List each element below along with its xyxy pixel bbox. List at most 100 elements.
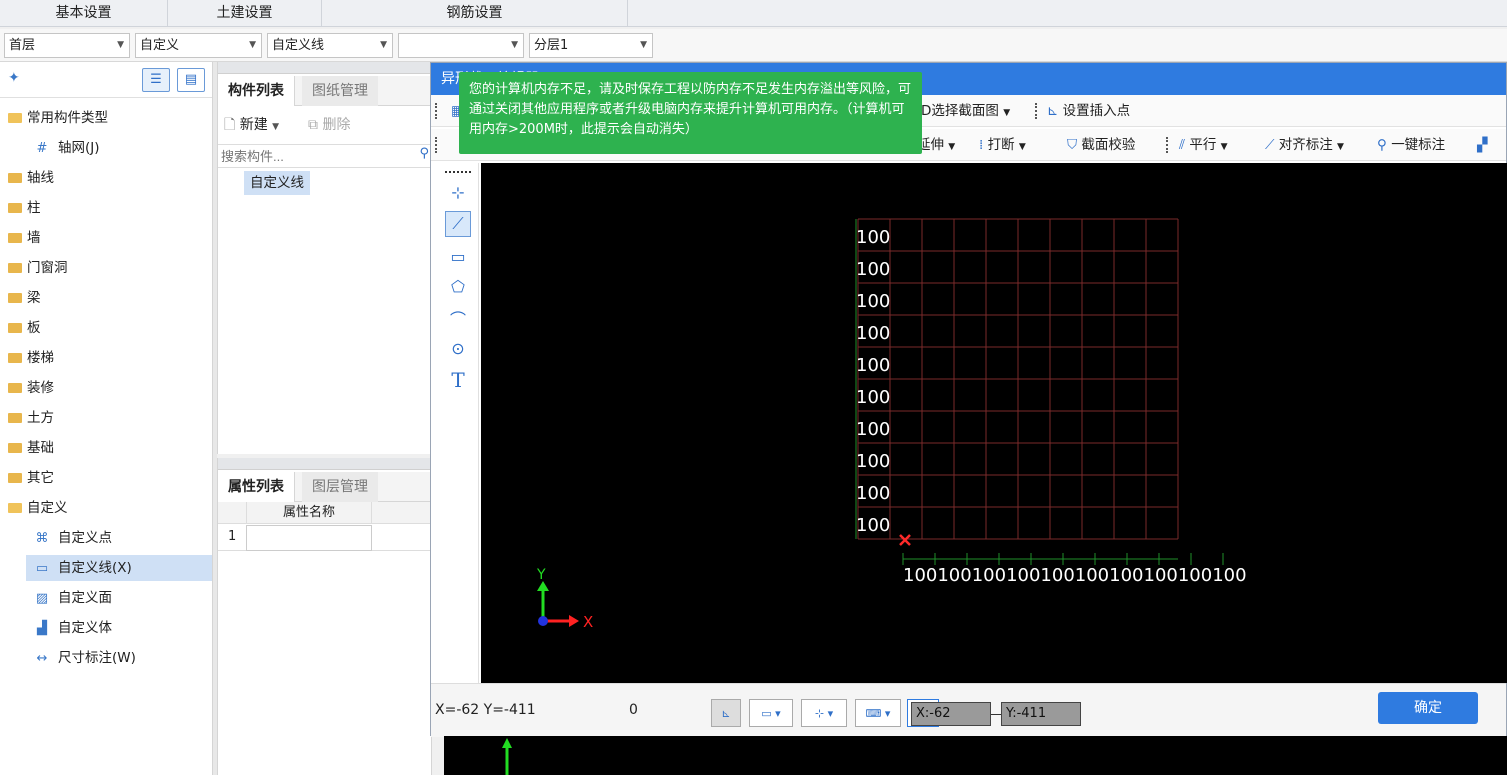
category-select[interactable]: 自定义 ▼ — [135, 33, 262, 58]
grid-icon: # — [36, 141, 48, 156]
property-name-cell[interactable] — [246, 525, 372, 551]
tree-item-custom-point[interactable]: ⌘ 自定义点 — [34, 525, 113, 551]
parallel-label: 平行 — [1189, 137, 1217, 153]
chevron-down-icon: ▼ — [249, 40, 256, 50]
folder-icon — [8, 473, 22, 483]
more-icon[interactable]: ▞ — [1477, 129, 1487, 161]
component-list-item[interactable]: 自定义线 — [244, 171, 310, 195]
snap-point-icon[interactable]: ⊹ ▾ — [801, 699, 847, 727]
toolbar-separator — [1166, 137, 1168, 153]
toolbar-grip — [435, 137, 437, 153]
tab-rebar-settings[interactable]: 钢筋设置 — [322, 0, 628, 27]
tree-folder[interactable]: 其它 — [8, 465, 54, 491]
tab-component-list[interactable]: 构件列表 — [218, 76, 295, 106]
tab-civil-settings[interactable]: 土建设置 — [168, 0, 322, 27]
tree-item-custom-line[interactable]: ▭ 自定义线(X) — [26, 555, 212, 581]
insert-point-icon: ⊾ — [1047, 103, 1059, 119]
delete-button[interactable]: ⧉ 删除 — [308, 114, 350, 134]
tree-item-label: 尺寸标注(W) — [58, 650, 136, 666]
selector-bar: 首层 ▼ 自定义 ▼ 自定义线 ▼ ▼ 分层1 ▼ — [0, 29, 1507, 62]
set-insert-point-label: 设置插入点 — [1062, 103, 1131, 119]
line-tool-icon[interactable]: ⟋ — [445, 211, 471, 237]
component-select[interactable]: ▼ — [398, 33, 524, 58]
tree-folder[interactable]: 轴线 — [8, 165, 54, 191]
section-check-button[interactable]: ⛉ 截面校验 — [1067, 129, 1135, 161]
break-icon: ⁞ — [979, 137, 984, 153]
new-button[interactable]: 🗋 新建 ▼ — [224, 114, 279, 138]
tree-folder[interactable]: 装修 — [8, 375, 54, 401]
search-icon[interactable]: ⚲ — [419, 146, 429, 161]
polygon-tool-icon[interactable]: ⬠ — [445, 273, 471, 299]
tree-folder-label: 土方 — [27, 410, 54, 426]
tree-folder[interactable]: 梁 — [8, 285, 41, 311]
tree-folder-label: 门窗洞 — [27, 260, 68, 276]
select-section-button[interactable]: D选择截面图 ▼ — [921, 95, 1010, 127]
tree-folder-custom[interactable]: 自定义 — [8, 495, 68, 521]
column-labels: 100100100100100100100100100100 — [903, 565, 1247, 586]
table-row[interactable]: 1 — [218, 525, 431, 551]
tree-folder[interactable]: 墙 — [8, 225, 41, 251]
circle-tool-icon[interactable]: ⊙ — [445, 335, 471, 361]
list-view-icon[interactable]: ☰ — [142, 68, 170, 92]
one-key-dim-button[interactable]: ⚲ 一键标注 — [1377, 129, 1445, 161]
input-mode-icon[interactable]: ⌨ ▾ — [855, 699, 901, 727]
x-coordinate-field[interactable]: X:-62 — [911, 702, 991, 726]
tab-property-list[interactable]: 属性列表 — [218, 472, 295, 502]
type-select-value: 自定义线 — [272, 38, 325, 53]
tab-drawing-manage[interactable]: 图纸管理 — [302, 76, 378, 106]
toolbar-grip — [435, 103, 437, 119]
palette-grip — [445, 171, 471, 173]
main-canvas-strip — [444, 736, 1507, 775]
axis-indicator-icon: Y X — [536, 567, 593, 631]
tree-item-custom-body[interactable]: ▟ 自定义体 — [34, 615, 112, 641]
floor-select[interactable]: 首层 ▼ — [4, 33, 130, 58]
snap-box-icon[interactable]: ▭ ▾ — [749, 699, 793, 727]
tree-item-dimension[interactable]: ↔ 尺寸标注(W) — [34, 645, 136, 671]
y-coordinate-field[interactable]: Y:-411 — [1001, 702, 1081, 726]
tree-item-label: 自定义体 — [58, 620, 112, 636]
cursor-coordinates: X=-62 Y=-411 — [435, 702, 536, 718]
extend-button[interactable]: 延伸 ▼ — [917, 129, 955, 161]
tree-root[interactable]: 常用构件类型 — [8, 105, 108, 131]
tab-layer-manage[interactable]: 图层管理 — [302, 472, 378, 502]
tree-item-label: 自定义点 — [58, 530, 112, 546]
tree-folder[interactable]: 土方 — [8, 405, 54, 431]
component-list-panel: 构件列表 图纸管理 🗋 新建 ▼ ⧉ 删除 ⚲ 自定义线 — [217, 62, 432, 454]
field-connector — [991, 714, 1001, 715]
tree-folder[interactable]: 柱 — [8, 195, 41, 221]
tree-folder-label: 装修 — [27, 380, 54, 396]
tree-folder[interactable]: 楼梯 — [8, 345, 54, 371]
tree-item-label: 自定义面 — [58, 590, 112, 606]
set-insert-point-button[interactable]: ⊾ 设置插入点 — [1047, 95, 1130, 127]
sparkle-icon[interactable]: ✦ — [8, 70, 20, 86]
grid-drawing: 100100100100100100100100100100 100100100… — [536, 218, 1247, 631]
search-input[interactable] — [218, 145, 408, 167]
tree-folder[interactable]: 门窗洞 — [8, 255, 68, 281]
type-select[interactable]: 自定义线 ▼ — [267, 33, 393, 58]
grid-lines — [855, 218, 1224, 565]
search-box: ⚲ — [218, 144, 431, 168]
ok-button[interactable]: 确定 — [1378, 692, 1478, 724]
align-dim-button[interactable]: ⟋ 对齐标注 ▼ — [1265, 129, 1344, 161]
break-button[interactable]: ⁞ 打断 ▼ — [979, 129, 1026, 161]
tree-folder[interactable]: 板 — [8, 315, 41, 341]
rectangle-tool-icon[interactable]: ▭ — [445, 243, 471, 269]
tree-folder-label: 梁 — [27, 290, 41, 306]
point-tool-icon[interactable]: ⊹ — [445, 179, 471, 205]
tree-item-label: 自定义线(X) — [58, 560, 132, 576]
property-table-header: 属性名称 — [218, 502, 431, 524]
text-tool-icon[interactable]: T — [445, 367, 471, 393]
tree-item-axis-grid[interactable]: # 轴网(J) — [34, 135, 100, 161]
tab-basic-settings[interactable]: 基本设置 — [0, 0, 168, 27]
arc-tool-icon[interactable]: ⌒ — [445, 305, 471, 331]
row-label: 100 — [856, 451, 890, 472]
ortho-toggle-icon[interactable]: ⊾ — [711, 699, 741, 727]
drawing-canvas[interactable]: 100 100 100 100 100 100 100 100 100 100 100100100… — [481, 163, 1507, 683]
floor-select-value: 首层 — [9, 38, 36, 53]
layer-select[interactable]: 分层1 ▼ — [529, 33, 653, 58]
tree-folder[interactable]: 基础 — [8, 435, 54, 461]
card-view-icon[interactable]: ▤ — [177, 68, 205, 92]
tree-item-custom-face[interactable]: ▨ 自定义面 — [34, 585, 112, 611]
row-label: 100 — [856, 355, 890, 376]
parallel-button[interactable]: ⫽ 平行 ▼ — [1179, 129, 1228, 161]
